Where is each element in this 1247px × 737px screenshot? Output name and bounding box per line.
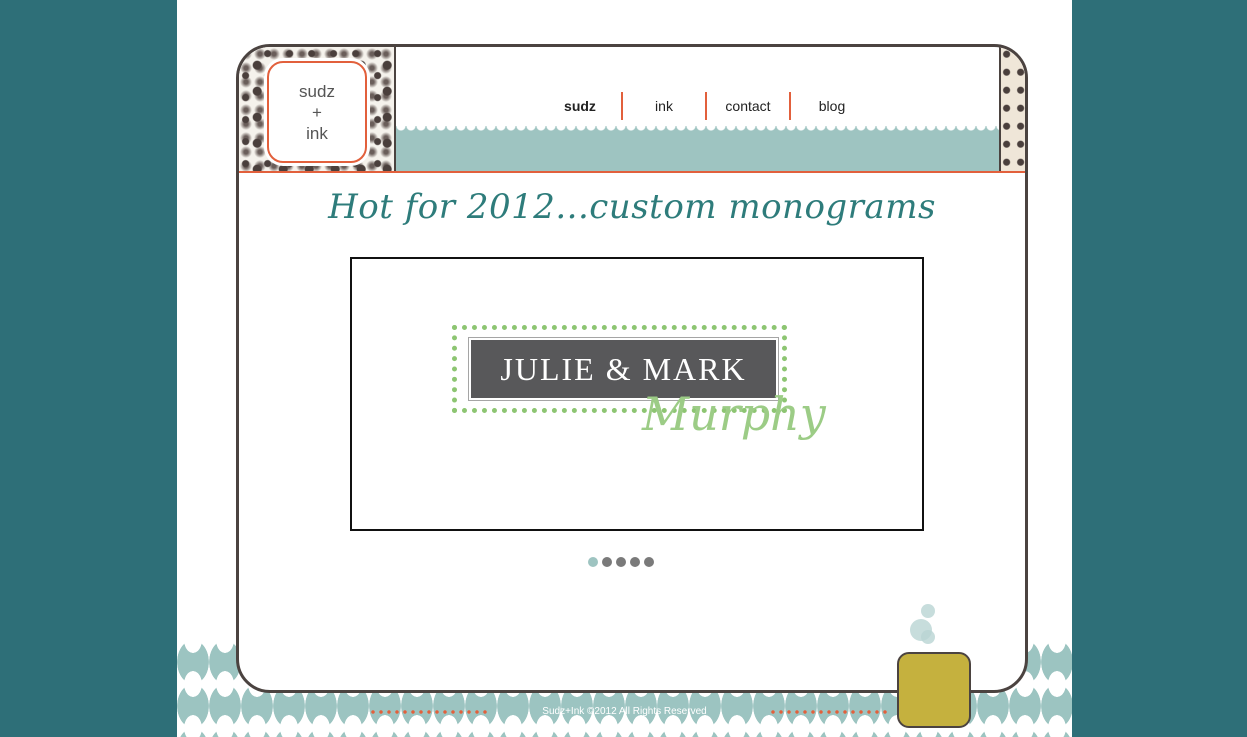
slideshow[interactable]: JULIE & MARK Murphy <box>350 257 924 531</box>
slide-dot-3[interactable] <box>616 557 626 567</box>
damask-panel-right <box>999 47 1025 171</box>
slide-dot-2[interactable] <box>602 557 612 567</box>
slide-dot-4[interactable] <box>630 557 640 567</box>
main-nav: sudz ink contact blog <box>539 91 873 121</box>
footer-dots-right <box>769 710 889 714</box>
header: sudz + ink sudz ink contact blog <box>239 47 1025 173</box>
logo-line-2: + <box>312 102 322 122</box>
page: sudz + ink sudz ink contact blog Hot for… <box>177 0 1072 737</box>
logo-line-3: ink <box>306 123 328 143</box>
nav-item-blog[interactable]: blog <box>791 98 873 114</box>
bubble-decoration <box>921 604 935 618</box>
nav-item-ink[interactable]: ink <box>623 98 705 114</box>
slide-dot-5[interactable] <box>644 557 654 567</box>
logo-line-1: sudz <box>299 81 335 101</box>
nav-item-contact[interactable]: contact <box>707 98 789 114</box>
slide-dot-1[interactable] <box>588 557 598 567</box>
slide-pager <box>588 557 654 567</box>
page-title: Hot for 2012...custom monograms <box>328 187 936 227</box>
damask-panel-left: sudz + ink <box>239 47 396 171</box>
content-frame: sudz + ink sudz ink contact blog Hot for… <box>236 44 1028 693</box>
header-band <box>396 131 1001 171</box>
bubble-decoration <box>921 630 935 644</box>
monogram-image: JULIE & MARK Murphy <box>452 325 826 441</box>
footer-copyright: Sudz+Ink ©2012 All Rights Reserved <box>542 706 707 717</box>
logo[interactable]: sudz + ink <box>267 61 367 163</box>
monogram-surname: Murphy <box>642 387 826 441</box>
nav-item-sudz[interactable]: sudz <box>539 98 621 114</box>
